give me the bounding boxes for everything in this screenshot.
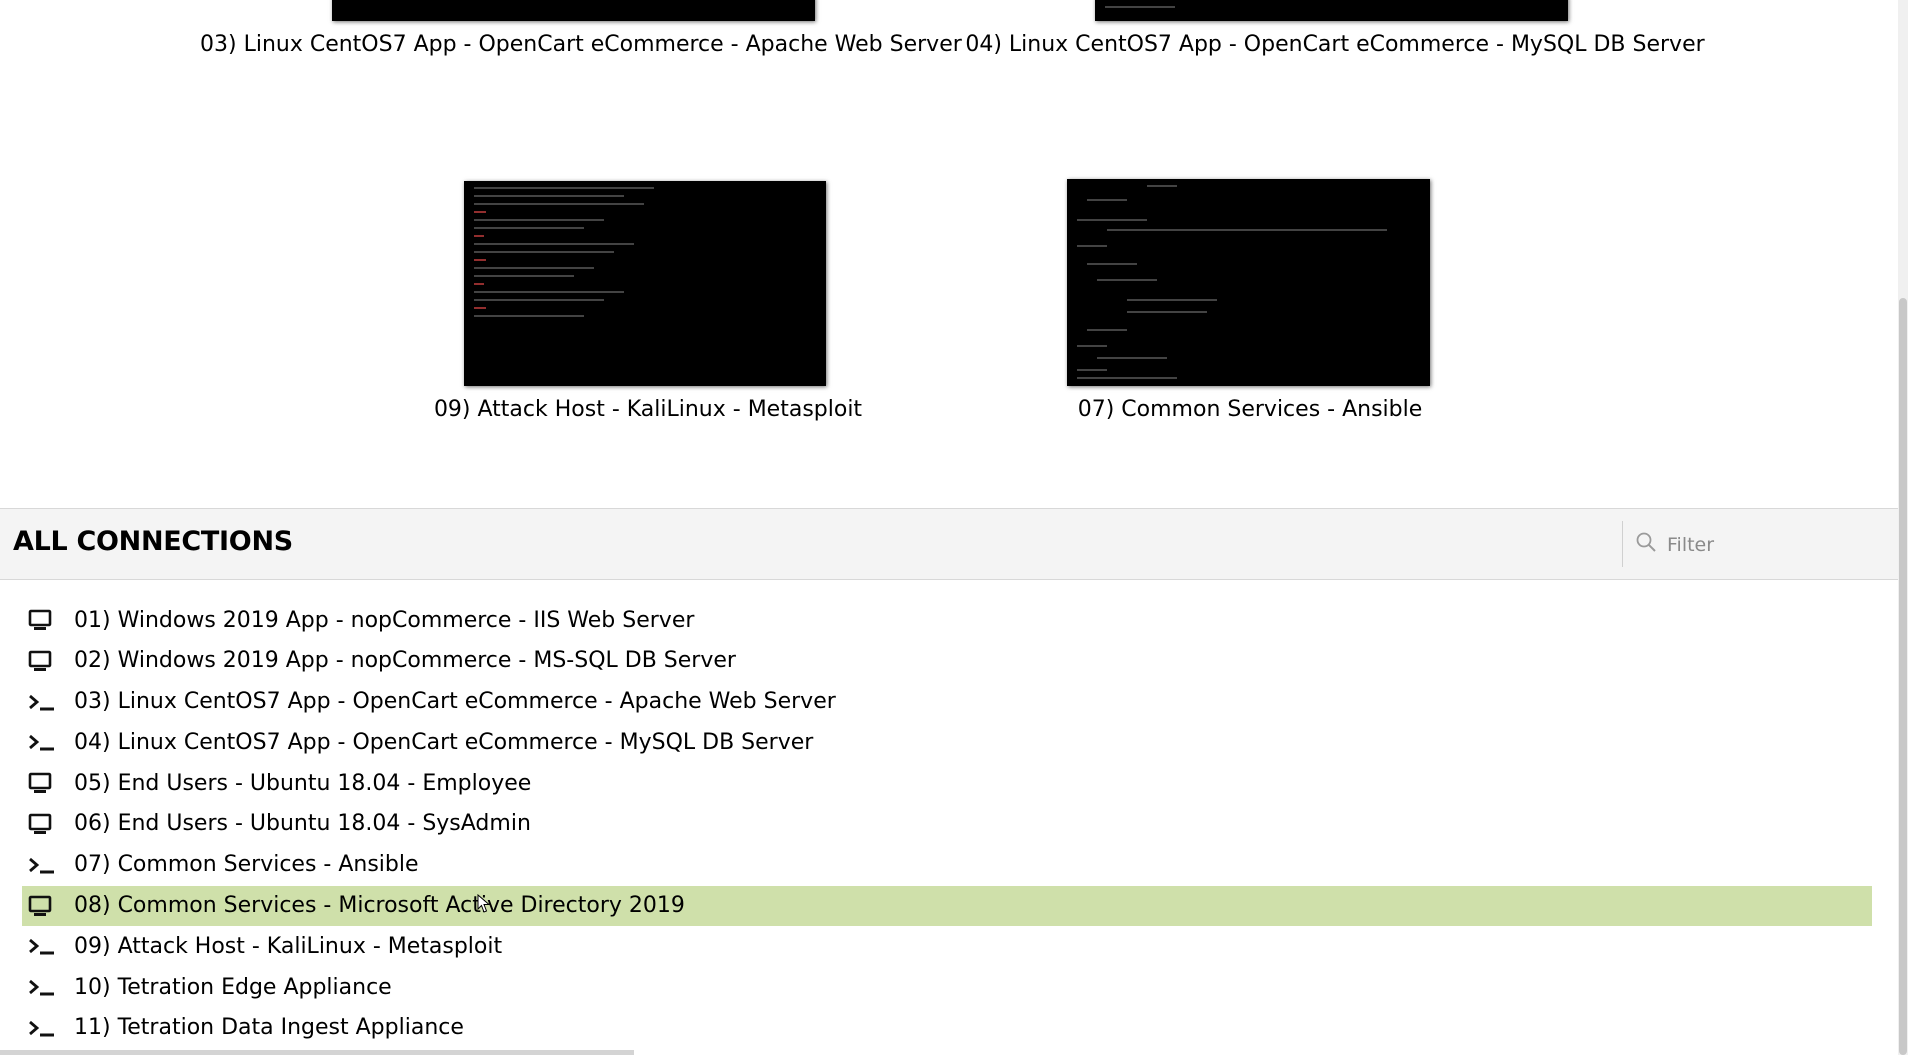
connection-row[interactable]: 09) Attack Host - KaliLinux - Metasploit [22, 926, 1872, 966]
connection-row[interactable]: 11) Tetration Data Ingest Appliance [22, 1008, 1872, 1048]
desktop-icon [28, 649, 58, 673]
connection-thumbnail[interactable] [332, 0, 815, 21]
connection-label[interactable]: 01) Windows 2019 App - nopCommerce - IIS… [74, 608, 694, 633]
desktop-icon [28, 608, 58, 632]
connection-row[interactable]: 08) Common Services - Microsoft Active D… [22, 885, 1872, 926]
connection-label[interactable]: 02) Windows 2019 App - nopCommerce - MS-… [74, 648, 736, 673]
mouse-cursor-icon [477, 894, 491, 913]
connection-label[interactable]: 03) Linux CentOS7 App - OpenCart eCommer… [74, 689, 836, 714]
connection-label[interactable]: 04) Linux CentOS7 App - OpenCart eCommer… [74, 730, 813, 755]
section-title: ALL CONNECTIONS [13, 526, 293, 557]
connection-row[interactable]: 03) Linux CentOS7 App - OpenCart eCommer… [22, 682, 1872, 722]
connection-row[interactable]: 04) Linux CentOS7 App - OpenCart eCommer… [22, 722, 1872, 762]
recent-connection-label[interactable]: 09) Attack Host - KaliLinux - Metasploit [400, 397, 896, 422]
connection-label[interactable]: 08) Common Services - Microsoft Active D… [74, 893, 685, 918]
filter-input[interactable] [1665, 529, 1889, 561]
terminal-icon [28, 690, 58, 714]
desktop-icon [28, 894, 58, 918]
connection-label[interactable]: 10) Tetration Edge Appliance [74, 975, 392, 1000]
terminal-icon [28, 975, 58, 999]
filter-box[interactable] [1622, 521, 1899, 567]
connection-row[interactable]: 10) Tetration Edge Appliance [22, 967, 1872, 1007]
search-icon [1636, 532, 1656, 552]
connection-thumbnail[interactable] [1095, 0, 1568, 21]
terminal-icon [28, 730, 58, 754]
connection-label[interactable]: 05) End Users - Ubuntu 18.04 - Employee [74, 771, 531, 796]
connection-row[interactable]: 07) Common Services - Ansible [22, 845, 1872, 885]
terminal-icon [28, 934, 58, 958]
terminal-icon [28, 853, 58, 877]
connection-label[interactable]: 11) Tetration Data Ingest Appliance [74, 1015, 464, 1040]
recent-connection-label[interactable]: 07) Common Services - Ansible [1000, 397, 1500, 422]
recent-connection-label[interactable]: 03) Linux CentOS7 App - OpenCart eCommer… [200, 32, 962, 57]
connection-row[interactable]: 05) End Users - Ubuntu 18.04 - Employee [22, 763, 1872, 803]
connection-label[interactable]: 07) Common Services - Ansible [74, 852, 419, 877]
desktop-icon [28, 771, 58, 795]
connection-thumbnail[interactable] [464, 181, 826, 386]
connection-label[interactable]: 06) End Users - Ubuntu 18.04 - SysAdmin [74, 811, 531, 836]
terminal-icon [28, 1016, 58, 1040]
connection-row[interactable]: 02) Windows 2019 App - nopCommerce - MS-… [22, 641, 1872, 681]
connection-row[interactable]: 01) Windows 2019 App - nopCommerce - IIS… [22, 600, 1872, 640]
connection-row[interactable]: 06) End Users - Ubuntu 18.04 - SysAdmin [22, 804, 1872, 844]
all-connections-header: ALL CONNECTIONS [0, 508, 1898, 580]
scrollbar-thumb[interactable] [1899, 298, 1907, 1055]
horizontal-scrollbar[interactable] [0, 1050, 634, 1055]
recent-connection-label[interactable]: 04) Linux CentOS7 App - OpenCart eCommer… [960, 32, 1710, 57]
connection-thumbnail[interactable] [1067, 179, 1430, 386]
connection-list: 01) Windows 2019 App - nopCommerce - IIS… [22, 600, 1872, 1049]
connection-label[interactable]: 09) Attack Host - KaliLinux - Metasploit [74, 934, 502, 959]
desktop-icon [28, 812, 58, 836]
